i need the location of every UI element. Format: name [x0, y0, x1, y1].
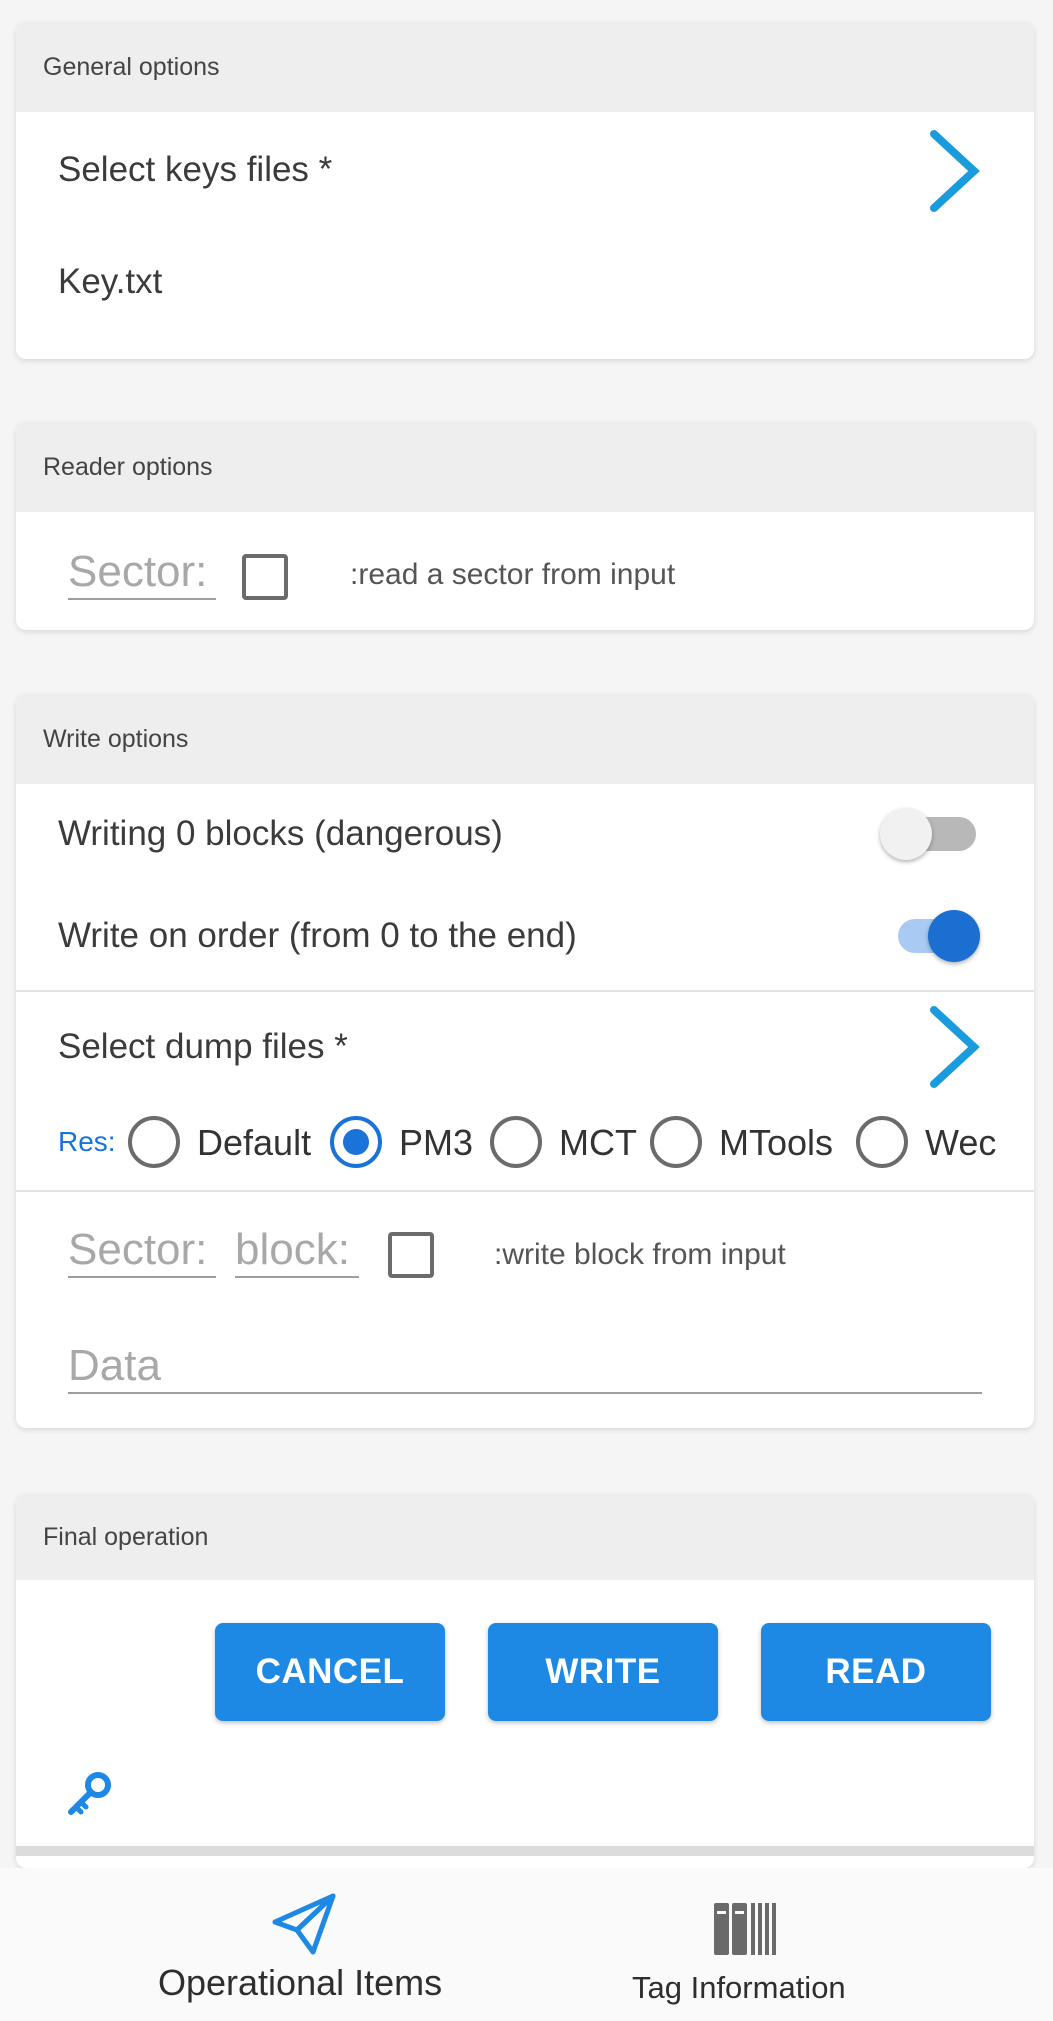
write-options-header: Write options	[16, 694, 1034, 784]
reader-sector-checkbox[interactable]	[242, 554, 288, 600]
final-operation-card: Final operation CANCEL WRITE READ	[16, 1494, 1034, 1868]
radio-mtools-label: MTools	[719, 1122, 834, 1163]
radio-pm3-label: PM3	[399, 1122, 474, 1163]
write-block-checkbox[interactable]	[388, 1232, 434, 1278]
reader-options-card: Reader options Sector: :read a sector fr…	[16, 422, 1034, 630]
nav-tag-information-label: Tag Information	[632, 1970, 846, 2005]
general-options-card: General options Select keys files * Key.…	[16, 22, 1034, 359]
nav-tag-information[interactable]: Tag Information	[600, 1868, 890, 2021]
write-order-row: Write on order (from 0 to the end)	[16, 884, 1034, 988]
bottom-scroll-bar	[16, 1846, 1034, 1856]
zero-blocks-label: Writing 0 blocks (dangerous)	[58, 814, 503, 853]
radio-mct[interactable]	[490, 1116, 542, 1168]
reader-note: :read a sector from input	[350, 558, 676, 591]
bottom-navigation: Operational Items Tag Information	[0, 1868, 1053, 2021]
write-order-label: Write on order (from 0 to the end)	[58, 916, 577, 955]
key-file-row: Key.txt	[16, 242, 1034, 322]
nav-operational-items[interactable]: Operational Items	[120, 1868, 490, 2021]
write-options-card: Write options Writing 0 blocks (dangerou…	[16, 694, 1034, 1428]
write-sector-input[interactable]: Sector:	[68, 1228, 216, 1278]
radio-default[interactable]	[128, 1116, 180, 1168]
write-block-input[interactable]: block:	[235, 1228, 359, 1278]
reader-options-header: Reader options	[16, 422, 1034, 512]
radio-default-label: Default	[197, 1122, 312, 1163]
select-dump-label: Select dump files *	[58, 1027, 348, 1066]
chevron-right-icon	[930, 1006, 980, 1088]
chevron-right-icon	[930, 130, 980, 212]
general-options-header: General options	[16, 22, 1034, 112]
read-button[interactable]: READ	[761, 1623, 991, 1721]
nav-operational-items-label: Operational Items	[158, 1962, 443, 2003]
radio-wec[interactable]	[856, 1116, 908, 1168]
key-icon[interactable]	[64, 1768, 116, 1820]
select-dump-row[interactable]: Select dump files *	[16, 992, 1034, 1102]
write-order-toggle[interactable]	[896, 908, 996, 964]
radio-wec-label: Wec	[925, 1122, 997, 1163]
final-operation-header: Final operation	[16, 1494, 1034, 1580]
key-file-name: Key.txt	[58, 262, 163, 301]
data-input[interactable]: Data	[68, 1344, 982, 1394]
write-button[interactable]: WRITE	[488, 1623, 718, 1721]
cancel-button[interactable]: CANCEL	[215, 1623, 445, 1721]
radio-mct-label: MCT	[559, 1122, 637, 1163]
books-icon	[714, 1903, 776, 1955]
select-keys-row[interactable]: Select keys files *	[16, 112, 1034, 227]
zero-blocks-toggle[interactable]	[878, 806, 978, 862]
radio-pm3[interactable]	[330, 1116, 382, 1168]
write-divider-2	[16, 1190, 1034, 1192]
res-label: Res:	[58, 1126, 116, 1157]
reader-sector-input[interactable]: Sector:	[68, 550, 216, 600]
radio-mtools[interactable]	[650, 1116, 702, 1168]
select-keys-label: Select keys files *	[58, 149, 333, 189]
write-note: :write block from input	[494, 1238, 786, 1271]
res-radio-group: Res: Default PM3 MCT MTools Wec	[16, 1102, 1034, 1186]
send-icon	[272, 1893, 336, 1955]
